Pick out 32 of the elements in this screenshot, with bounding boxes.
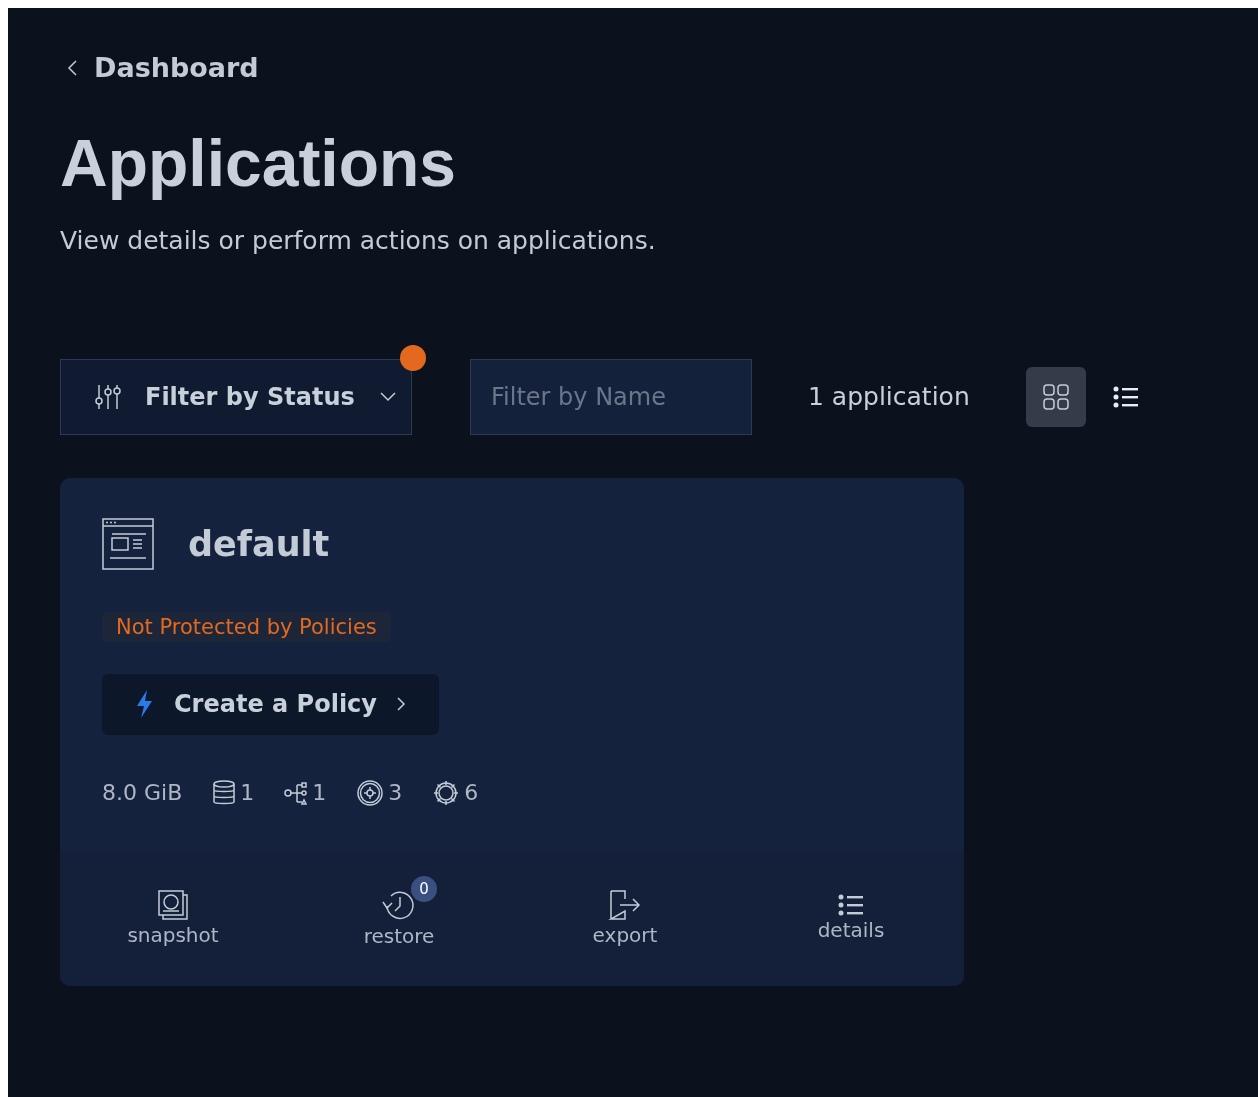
size-value: 8.0 GiB xyxy=(102,780,183,806)
application-count: 1 application xyxy=(808,382,970,412)
name-filter-field[interactable]: Filter by Name xyxy=(470,358,752,435)
list-icon xyxy=(1112,385,1139,408)
count-value: 6 xyxy=(464,780,479,806)
count-value: 1 xyxy=(240,780,255,806)
create-policy-button[interactable]: Create a Policy xyxy=(102,673,439,735)
status-tag: Not Protected by Policies xyxy=(102,611,391,642)
status-filter-dropdown[interactable]: Filter by Status xyxy=(60,358,412,435)
grid-view-button[interactable] xyxy=(1025,366,1086,427)
application-window-icon xyxy=(102,517,154,570)
page-title: Applications xyxy=(60,127,458,200)
export-icon xyxy=(608,889,642,922)
count-value: 1 xyxy=(312,780,327,806)
gear-icon xyxy=(432,778,461,807)
snapshot-button[interactable]: snapshot xyxy=(127,889,219,948)
snapshot-icon xyxy=(157,889,189,922)
back-link[interactable]: Dashboard xyxy=(66,52,259,83)
tree-icon xyxy=(284,779,309,806)
export-button[interactable]: export xyxy=(592,889,658,948)
page-subtitle: View details or perform actions on applications. xyxy=(60,225,657,255)
lightning-icon xyxy=(134,689,154,720)
caret-icon xyxy=(379,390,397,403)
list-icon xyxy=(838,894,864,917)
count-value: 3 xyxy=(388,780,403,806)
circled-gear-icon xyxy=(356,778,385,807)
application-name: default xyxy=(188,523,330,564)
database-icon xyxy=(212,779,237,806)
details-button[interactable]: details xyxy=(817,894,885,943)
back-icon xyxy=(66,57,80,78)
count-badge: 0 xyxy=(411,876,437,903)
grid-icon xyxy=(1041,382,1070,411)
